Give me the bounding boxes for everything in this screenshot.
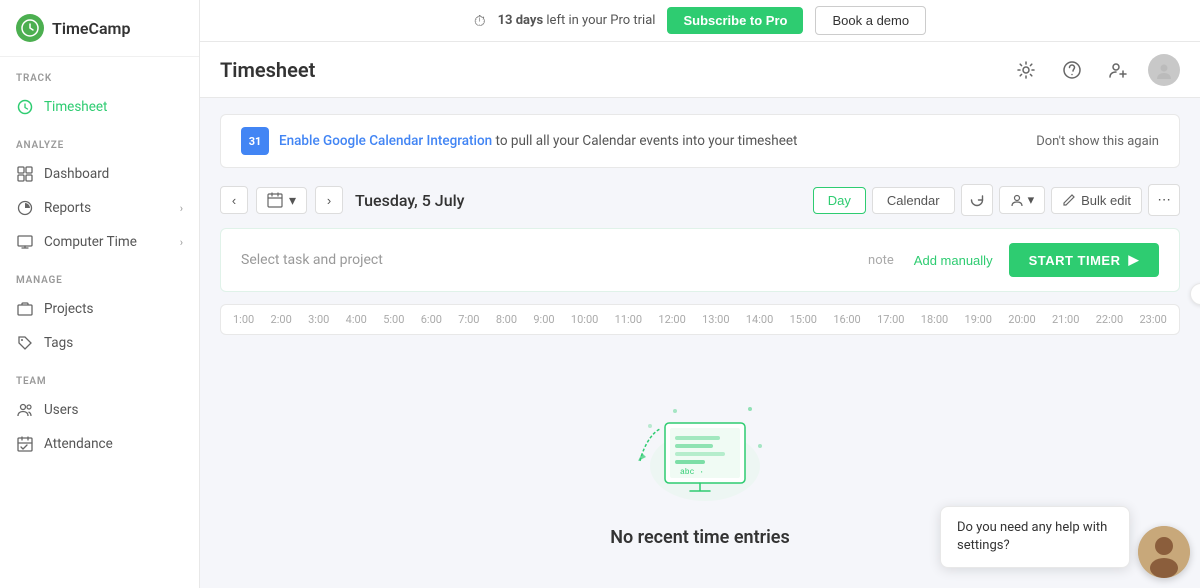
section-analyze: ANALYZE [0,124,199,157]
sidebar-label-dashboard: Dashboard [44,166,109,182]
header-actions [1010,54,1180,86]
sidebar-label-projects: Projects [44,301,94,317]
next-date-button[interactable]: › [315,186,343,214]
sidebar-item-tags[interactable]: Tags [0,326,199,360]
sidebar-label-attendance: Attendance [44,436,113,452]
calendar-view-button[interactable]: Calendar [872,187,955,214]
section-track: TRACK [0,57,199,90]
reports-icon [16,199,34,217]
tags-icon [16,334,34,352]
google-calendar-link[interactable]: Enable Google Calendar Integration [279,133,492,149]
bulk-edit-button[interactable]: Bulk edit [1051,187,1142,214]
note-label[interactable]: note [868,253,894,268]
task-selector[interactable]: Select task and project [241,252,868,268]
section-team: TEAM [0,360,199,393]
date-navigation: ‹ ▾ › Tuesday, 5 July Day Calendar [220,184,1180,216]
logo-text: TimeCamp [52,19,130,38]
more-options-button[interactable]: ⋯ [1148,184,1180,216]
start-timer-label: START TIMER [1029,253,1121,268]
hourglass-icon: ⏱ [474,12,486,30]
sidebar-item-timesheet[interactable]: Timesheet [0,90,199,124]
help-icon[interactable] [1056,54,1088,86]
logo-area: TimeCamp ‹ [0,0,199,57]
main-content: ⏱ 13 days left in your Pro trial Subscri… [200,0,1200,588]
user-filter-button[interactable]: ▾ [999,186,1046,214]
sidebar-label-computer-time: Computer Time [44,234,137,250]
chat-avatar[interactable] [1138,526,1190,578]
bulk-edit-label: Bulk edit [1081,193,1131,208]
user-avatar[interactable] [1148,54,1180,86]
add-user-icon[interactable] [1102,54,1134,86]
clock-icon [16,98,34,116]
sidebar-item-users[interactable]: Users [0,393,199,427]
subscribe-button[interactable]: Subscribe to Pro [667,7,803,34]
sidebar: TimeCamp ‹ TRACK Timesheet ANALYZE [0,0,200,588]
sidebar-label-tags: Tags [44,335,73,351]
date-picker-chevron: ▾ [289,192,296,209]
banner-text: 13 days left in your Pro trial [498,13,656,28]
timer-entry-row: Select task and project note Add manuall… [220,228,1180,292]
dashboard-icon [16,165,34,183]
chat-message: Do you need any help with settings? [957,520,1107,553]
timeline-hours: 1:00 2:00 3:00 4:00 5:00 6:00 7:00 8:00 … [233,313,1167,326]
sidebar-item-dashboard[interactable]: Dashboard [0,157,199,191]
sidebar-item-attendance[interactable]: Attendance [0,427,199,461]
play-icon: ▶ [1129,252,1140,268]
current-date-label: Tuesday, 5 July [355,191,464,210]
computer-icon [16,233,34,251]
page-title: Timesheet [220,58,315,82]
attendance-icon [16,435,34,453]
banner-days: 13 days [498,13,544,28]
sidebar-item-projects[interactable]: Projects [0,292,199,326]
user-filter-chevron: ▾ [1028,192,1035,208]
prev-date-button[interactable]: ‹ [220,186,248,214]
sidebar-label-reports: Reports [44,200,91,216]
computer-time-chevron-icon: › [180,236,183,249]
content-header: Timesheet [200,42,1200,98]
google-calendar-icon: 31 [241,127,269,155]
svg-text:abc ·: abc · [680,468,704,477]
more-icon: ⋯ [1157,192,1170,208]
start-timer-button[interactable]: START TIMER ▶ [1009,243,1159,277]
timeline-bar: 1:00 2:00 3:00 4:00 5:00 6:00 7:00 8:00 … [220,304,1180,335]
reports-chevron-icon: › [180,202,183,215]
empty-illustration: abc · [600,381,800,511]
settings-icon[interactable] [1010,54,1042,86]
projects-icon [16,300,34,318]
view-buttons: Day Calendar ▾ [813,184,1180,216]
sidebar-item-computer-time[interactable]: Computer Time › [0,225,199,259]
add-manually-button[interactable]: Add manually [914,253,993,268]
refresh-button[interactable] [961,184,993,216]
sidebar-item-reports[interactable]: Reports › [0,191,199,225]
calendar-integration-banner: 31 Enable Google Calendar Integration to… [220,114,1180,168]
sidebar-label-users: Users [44,402,78,418]
dismiss-calendar-banner[interactable]: Don't show this again [1036,134,1159,149]
users-icon [16,401,34,419]
logo-icon [16,14,44,42]
sidebar-label-timesheet: Timesheet [44,99,107,115]
empty-state-title: No recent time entries [610,527,789,548]
day-view-button[interactable]: Day [813,187,866,214]
calendar-banner-suffix: to pull all your Calendar events into yo… [496,133,798,149]
date-picker-button[interactable]: ▾ [256,187,307,214]
chat-help-bubble: Do you need any help with settings? [940,506,1130,568]
section-manage: MANAGE [0,259,199,292]
pro-trial-banner: ⏱ 13 days left in your Pro trial Subscri… [200,0,1200,42]
book-demo-button[interactable]: Book a demo [815,6,926,35]
